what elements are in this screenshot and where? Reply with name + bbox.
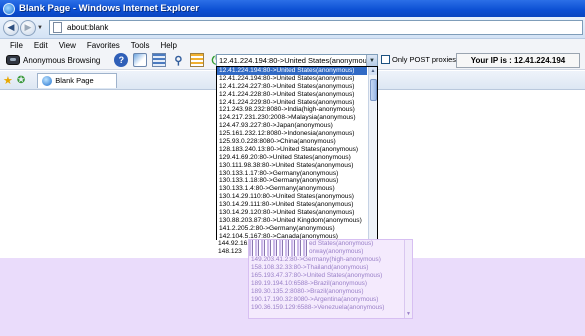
ie-logo-icon [3,2,15,15]
render-artifact [249,240,309,256]
list-item[interactable]: 12.41.224.229:80->United States(anonymou… [217,99,367,107]
ip-label: Your IP is : 12.41.224.194 [470,56,566,65]
menu-edit[interactable]: Edit [34,41,48,50]
menu-favorites[interactable]: Favorites [87,41,120,50]
list-item[interactable]: 189.30.135.2:8080->Brazil(anonymous) [249,288,412,296]
chevron-down-icon[interactable]: ▼ [37,25,45,31]
list-item[interactable]: 189.19.194.10:6588->Brazil(anonymous) [249,280,412,288]
faded-scrollbar[interactable]: ▼ [404,240,412,318]
list-item[interactable]: 12.41.224.228:80->United States(anonymou… [217,91,367,99]
list-item[interactable]: 190.36.159.129:6588->Venezuela(anonymous… [249,304,412,312]
menu-view[interactable]: View [59,41,76,50]
anonymous-browsing-label: Anonymous Browsing [23,55,101,65]
list-item[interactable]: 129.41.69.20:80->United States(anonymous… [217,154,367,162]
list-item[interactable]: 130.133.1.4:80->Germany(anonymous) [217,185,367,193]
tab-label: Blank Page [55,76,94,85]
list-item[interactable]: 130.14.29.111:80->United States(anonymou… [217,201,367,209]
list-item[interactable]: 128.183.240.13:80->United States(anonymo… [217,146,367,154]
list-item[interactable]: 12.41.224.194:80->United States(anonymou… [217,67,367,75]
partial-list-rows: 144.92.161 148.123 [216,240,248,258]
list-item[interactable]: 130.14.29.120:80->United States(anonymou… [217,209,367,217]
list-item[interactable]: 124.47.93.227:80->Japan(anonymous) [217,122,367,130]
address-row: ◀ ▶ ▼ about:blank [0,17,585,39]
menu-help[interactable]: Help [160,41,176,50]
list-item[interactable]: 144.92.161 [216,240,248,248]
list-item[interactable]: 124.217.231.230:2008->Malaysia(anonymous… [217,114,367,122]
tab-blank-page[interactable]: Blank Page [37,72,118,88]
scroll-down-icon[interactable]: ▼ [406,311,411,317]
back-arrow-icon[interactable]: ◀ [3,19,19,36]
list-item[interactable]: 158.108.32.33:80->Thailand(anonymous) [249,264,412,272]
page-icon [53,22,62,33]
page-globe-icon [42,75,53,86]
anonymous-browsing-button[interactable]: Anonymous Browsing [6,55,100,65]
notes-icon[interactable] [190,53,205,67]
only-post-checkbox[interactable] [381,55,390,64]
add-favorite-icon[interactable]: ✪ [17,75,25,86]
address-text[interactable]: about:blank [67,23,108,32]
list-item[interactable]: 130.88.203.87:80->United Kingdom(anonymo… [217,217,367,225]
list-item[interactable]: 12.41.224.227:80->United States(anonymou… [217,83,367,91]
list-item[interactable]: 149.203.41.2:80->Germany(high-anonymous) [249,256,412,264]
list-item[interactable]: 165.193.47.37:80->United States(anonymou… [249,272,412,280]
ip-display: Your IP is : 12.41.224.194 [456,53,580,68]
list-item[interactable]: 130.133.1.17:80->Germany(anonymous) [217,170,367,178]
list-item[interactable]: 130.111.98.38:80->United States(anonymou… [217,162,367,170]
faded-proxy-list[interactable]: ed States(anonymous) orway(anonymous) 14… [248,239,413,319]
forward-arrow-icon[interactable]: ▶ [20,19,36,36]
menu-file[interactable]: File [10,41,23,50]
favorites-star-icon[interactable]: ★ [3,74,13,87]
settings-icon[interactable] [133,53,148,67]
list-icon[interactable] [152,53,167,67]
list-item[interactable]: 121.243.98.232:8080->India(high-anonymou… [217,106,367,114]
list-item[interactable]: 130.14.29.110:80->United States(anonymou… [217,193,367,201]
chevron-down-icon[interactable]: ▼ [366,55,377,66]
window-title: Blank Page - Windows Internet Explorer [19,3,199,14]
list-item[interactable]: 125.93.0.228:8080->China(anonymous) [217,138,367,146]
scrollbar-thumb[interactable] [370,79,377,101]
list-item[interactable]: 141.2.205.2:80->Germany(anonymous) [217,225,367,233]
spy-icon [6,55,20,65]
dropdown-scrollbar[interactable]: ▲ [368,67,377,257]
proxy-select-value: 12.41.224.194:80->United States(anonymou… [219,56,374,65]
list-item[interactable]: 125.161.232.12:8080->Indonesia(anonymous… [217,130,367,138]
only-post-label: Only POST proxies [392,55,457,64]
search-icon[interactable]: ⚲ [171,53,185,67]
menu-bar: File Edit View Favorites Tools Help [0,39,585,51]
help-icon[interactable]: ? [114,53,129,67]
list-item[interactable]: 148.123 [216,248,248,256]
list-item[interactable]: 190.17.190.32:8080->Argentina(anonymous) [249,296,412,304]
proxy-dropdown-list[interactable]: 12.41.224.194:80->United States(anonymou… [216,66,378,258]
menu-tools[interactable]: Tools [131,41,150,50]
list-item[interactable]: 12.41.224.194:80->United States(anonymou… [217,75,367,83]
scroll-up-icon[interactable]: ▲ [369,67,377,75]
list-item[interactable]: 130.133.1.18:80->Germany(anonymous) [217,177,367,185]
title-bar: Blank Page - Windows Internet Explorer [0,0,585,17]
address-bar[interactable]: about:blank [49,20,583,35]
